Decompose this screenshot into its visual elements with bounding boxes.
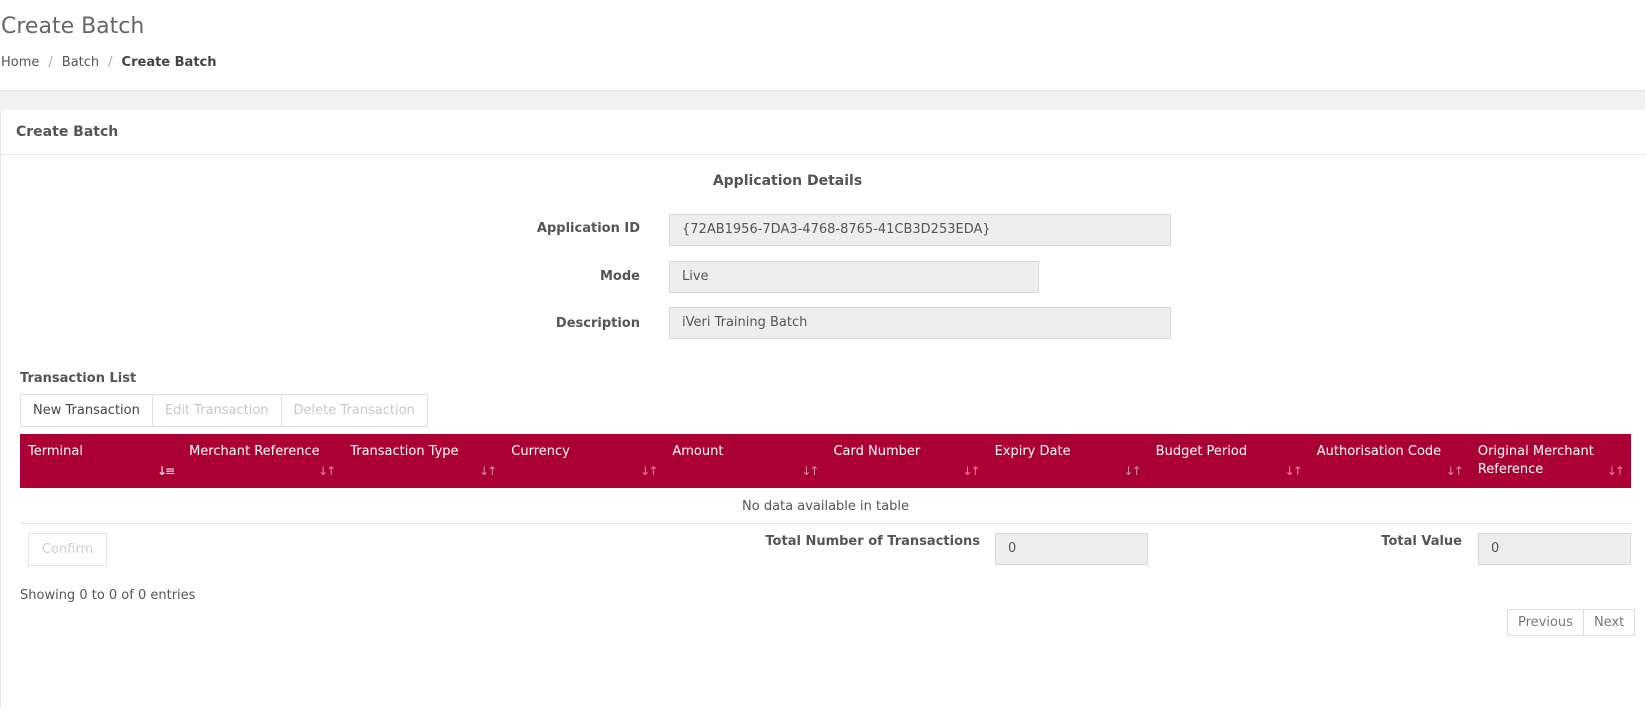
column-header-transaction-type[interactable]: Transaction Type ↓↑ xyxy=(342,434,503,488)
application-id-label: Application ID xyxy=(536,221,640,236)
breadcrumb: Home / Batch / Create Batch xyxy=(1,55,217,70)
column-header-budget-period[interactable]: Budget Period ↓↑ xyxy=(1148,434,1309,488)
column-label: Budget Period xyxy=(1155,444,1248,459)
sort-icon: ↓↑ xyxy=(1606,464,1625,478)
sort-icon: ↓↑ xyxy=(1284,464,1303,478)
column-header-original-merchant-reference[interactable]: Original Merchant Reference ↓↑ xyxy=(1470,434,1631,488)
sort-icon: ↓↑ xyxy=(318,464,336,478)
application-id-field[interactable]: {72AB1956-7DA3-4768-8765-41CB3D253EDA} xyxy=(669,214,1171,246)
breadcrumb-current: Create Batch xyxy=(121,55,217,70)
sort-icon: ↓↑ xyxy=(801,464,819,478)
transaction-button-group: New Transaction Edit Transaction Delete … xyxy=(20,394,428,427)
sort-icon: ↓↑ xyxy=(479,464,497,478)
column-header-expiry-date[interactable]: Expiry Date ↓↑ xyxy=(987,434,1148,488)
sort-icon: ↓↑ xyxy=(962,464,980,478)
new-transaction-button[interactable]: New Transaction xyxy=(20,394,153,427)
total-value-field[interactable]: 0 xyxy=(1478,533,1631,565)
column-label: Expiry Date xyxy=(994,444,1071,459)
transaction-list-label: Transaction List xyxy=(20,371,137,386)
column-label: Card Number xyxy=(833,444,921,459)
sort-icon: ↓↑ xyxy=(1123,464,1142,478)
column-label: Currency xyxy=(511,444,570,459)
total-value-label: Total Value xyxy=(1381,534,1462,549)
column-header-card-number[interactable]: Card Number ↓↑ xyxy=(825,434,986,488)
mode-label: Mode xyxy=(600,269,640,284)
mode-field[interactable]: Live xyxy=(669,261,1039,293)
card-header: Create Batch xyxy=(1,110,1645,155)
next-page-button[interactable]: Next xyxy=(1583,609,1636,636)
column-header-currency[interactable]: Currency ↓↑ xyxy=(503,434,664,488)
card-title: Create Batch xyxy=(16,124,119,140)
entries-summary: Showing 0 to 0 of 0 entries xyxy=(20,588,196,603)
column-label: Amount xyxy=(672,444,724,459)
sort-ascending-icon: ↓≡ xyxy=(156,464,175,478)
table-empty-row: No data available in table xyxy=(20,489,1631,524)
column-label: Original Merchant Reference xyxy=(1477,444,1594,477)
transaction-table-header: Terminal ↓≡ Merchant Reference ↓↑ Transa… xyxy=(20,434,1631,488)
page-title: Create Batch xyxy=(1,14,145,39)
confirm-button[interactable]: Confirm xyxy=(28,533,107,566)
column-header-authorisation-code[interactable]: Authorisation Code ↓↑ xyxy=(1309,434,1470,488)
application-details-heading: Application Details xyxy=(712,173,863,189)
delete-transaction-button[interactable]: Delete Transaction xyxy=(281,394,428,427)
description-label: Description xyxy=(555,316,640,331)
column-label: Terminal xyxy=(28,444,83,459)
breadcrumb-separator: / xyxy=(48,55,53,70)
page-divider-band xyxy=(0,90,1645,110)
breadcrumb-home[interactable]: Home xyxy=(1,55,39,70)
description-field[interactable]: iVeri Training Batch xyxy=(669,307,1171,339)
breadcrumb-separator: / xyxy=(108,55,113,70)
column-header-terminal[interactable]: Terminal ↓≡ xyxy=(20,434,181,488)
previous-page-button[interactable]: Previous xyxy=(1507,609,1584,636)
column-header-amount[interactable]: Amount ↓↑ xyxy=(664,434,825,488)
total-transactions-field[interactable]: 0 xyxy=(995,533,1148,565)
pagination: Previous Next xyxy=(1507,609,1636,636)
page-header: Create Batch Home / Batch / Create Batch xyxy=(0,0,1645,90)
column-label: Transaction Type xyxy=(350,444,459,459)
sort-icon: ↓↑ xyxy=(1445,464,1464,478)
sort-icon: ↓↑ xyxy=(640,464,658,478)
edit-transaction-button[interactable]: Edit Transaction xyxy=(152,394,282,427)
total-transactions-label: Total Number of Transactions xyxy=(765,534,980,549)
column-label: Merchant Reference xyxy=(189,444,320,459)
column-label: Authorisation Code xyxy=(1316,444,1442,459)
breadcrumb-batch[interactable]: Batch xyxy=(62,55,99,70)
column-header-merchant-reference[interactable]: Merchant Reference ↓↑ xyxy=(181,434,342,488)
